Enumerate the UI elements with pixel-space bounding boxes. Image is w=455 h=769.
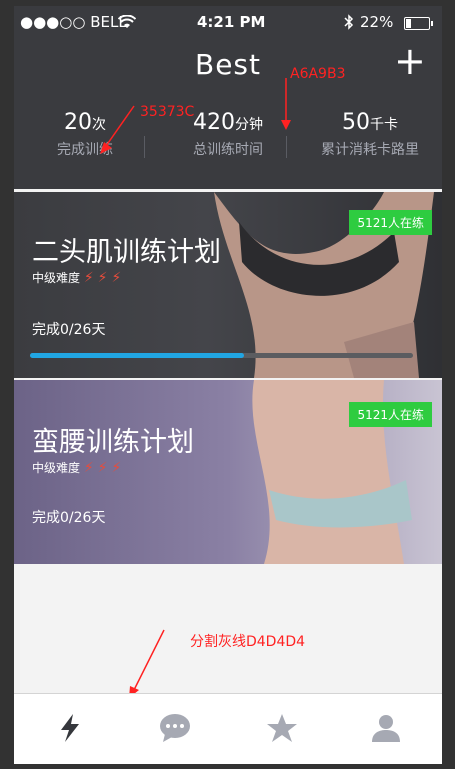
participants-badge: 5121人在练 bbox=[349, 210, 432, 235]
participants-badge: 5121人在练 bbox=[349, 402, 432, 427]
header: ●●●○○ BELL 4:21 PM 22% Best + A6A9B3 353… bbox=[14, 6, 442, 189]
difficulty-label: 中级难度 bbox=[32, 461, 81, 475]
difficulty: 中级难度 ⚡⚡⚡ bbox=[32, 269, 125, 286]
bolt-icon[interactable] bbox=[54, 712, 86, 744]
app-screen: ●●●○○ BELL 4:21 PM 22% Best + A6A9B3 353… bbox=[14, 6, 442, 764]
progress-fill bbox=[30, 353, 245, 358]
progress-text: 完成0/26天 bbox=[32, 322, 106, 338]
difficulty-bolts-icon: ⚡⚡⚡ bbox=[83, 460, 126, 476]
plan-card-waist[interactable]: 5121人在练 蛮腰训练计划 中级难度 ⚡⚡⚡ 完成0/26天 bbox=[14, 380, 442, 564]
user-icon[interactable] bbox=[370, 712, 402, 744]
plan-title: 蛮腰训练计划 bbox=[32, 427, 194, 458]
difficulty-label: 中级难度 bbox=[32, 271, 81, 285]
difficulty-bolts-icon: ⚡⚡⚡ bbox=[83, 270, 126, 286]
difficulty: 中级难度 ⚡⚡⚡ bbox=[32, 459, 125, 476]
annotation-arrows bbox=[100, 78, 291, 154]
progress-text: 完成0/26天 bbox=[32, 510, 106, 526]
annotation-divider: 分割灰线D4D4D4 bbox=[190, 634, 306, 650]
chat-icon[interactable] bbox=[159, 712, 191, 744]
progress-bar bbox=[30, 353, 413, 358]
tab-bar bbox=[14, 693, 442, 764]
plan-title: 二头肌训练计划 bbox=[32, 237, 221, 268]
star-icon[interactable] bbox=[266, 712, 298, 744]
plan-card-biceps[interactable]: 5121人在练 二头肌训练计划 中级难度 ⚡⚡⚡ 完成0/26天 bbox=[14, 192, 442, 378]
